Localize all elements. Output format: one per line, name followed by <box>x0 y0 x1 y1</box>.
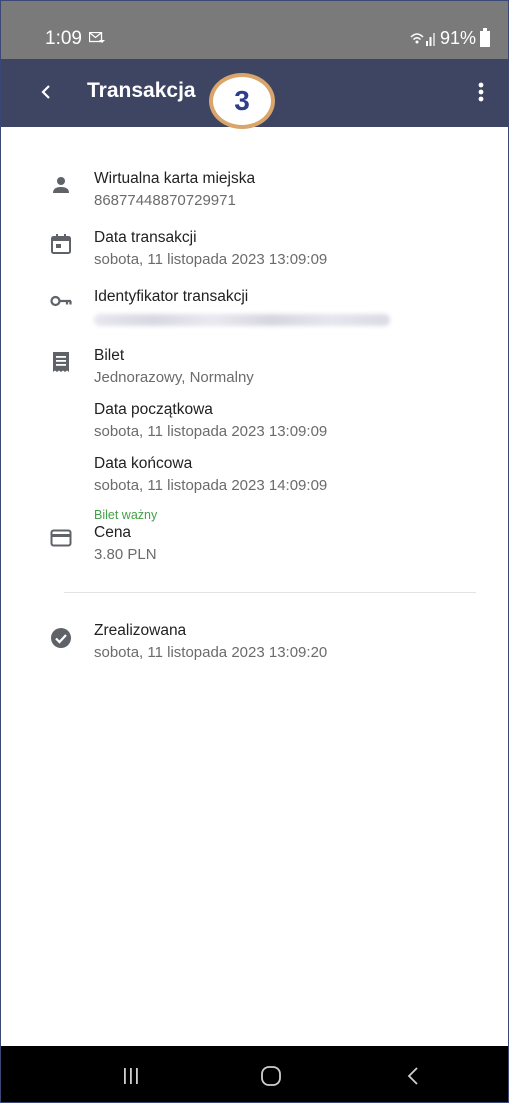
ticket-start-label: Data początkowa <box>94 401 213 418</box>
divider <box>64 592 476 593</box>
person-icon <box>53 177 69 193</box>
card-number: 86877448870729971 <box>94 192 236 209</box>
ticket-end-label: Data końcowa <box>94 455 193 472</box>
ticket-label: Bilet <box>94 347 125 364</box>
price-label: Cena <box>94 524 132 541</box>
back-arrow-icon <box>407 1067 418 1085</box>
battery-percent: 91% <box>439 28 476 48</box>
message-notification-icon <box>89 32 105 43</box>
recent-apps-button[interactable] <box>111 1062 151 1090</box>
home-icon <box>261 1066 281 1086</box>
more-options-button[interactable] <box>470 77 492 107</box>
transaction-date-label: Data transakcji <box>94 229 197 246</box>
more-vert-icon <box>478 82 484 102</box>
system-back-button[interactable] <box>393 1062 433 1090</box>
status-indicators: 91% <box>410 27 490 49</box>
receipt-icon <box>53 352 69 372</box>
check-circle-icon <box>51 628 71 648</box>
completed-value: sobota, 11 listopada 2023 13:09:20 <box>94 644 328 661</box>
step-number-badge: 3 <box>209 73 275 129</box>
ticket-type: Jednorazowy, Normalny <box>94 369 254 386</box>
card-label: Wirtualna karta miejska <box>94 170 256 187</box>
battery-icon <box>480 27 490 47</box>
wifi-signal-icon <box>410 32 435 46</box>
page-title: Transakcja <box>87 79 196 102</box>
ticket-end-value: sobota, 11 listopada 2023 14:09:09 <box>94 477 328 494</box>
transaction-date-value: sobota, 11 listopada 2023 13:09:09 <box>94 251 328 268</box>
system-nav-bar <box>1 1046 508 1102</box>
status-time: 1:09 <box>45 28 82 49</box>
key-icon <box>50 295 72 307</box>
recent-apps-icon <box>124 1068 138 1084</box>
transaction-id-label: Identyfikator transakcji <box>94 288 249 305</box>
home-button[interactable] <box>251 1062 291 1090</box>
transaction-id-blurred <box>94 314 390 326</box>
calendar-icon <box>51 234 71 254</box>
completed-label: Zrealizowana <box>94 622 187 639</box>
screen: 1:09 91% Transakcja 3 Wirtualna karta mi… <box>0 0 509 1103</box>
back-button[interactable] <box>31 77 61 107</box>
status-bar: 1:09 91% <box>1 1 508 59</box>
price-value: 3.80 PLN <box>94 546 157 563</box>
ticket-valid-status: Bilet ważny <box>94 508 158 522</box>
credit-card-icon <box>50 529 72 547</box>
chevron-left-icon <box>41 85 50 99</box>
ticket-start-value: sobota, 11 listopada 2023 13:09:09 <box>94 423 328 440</box>
